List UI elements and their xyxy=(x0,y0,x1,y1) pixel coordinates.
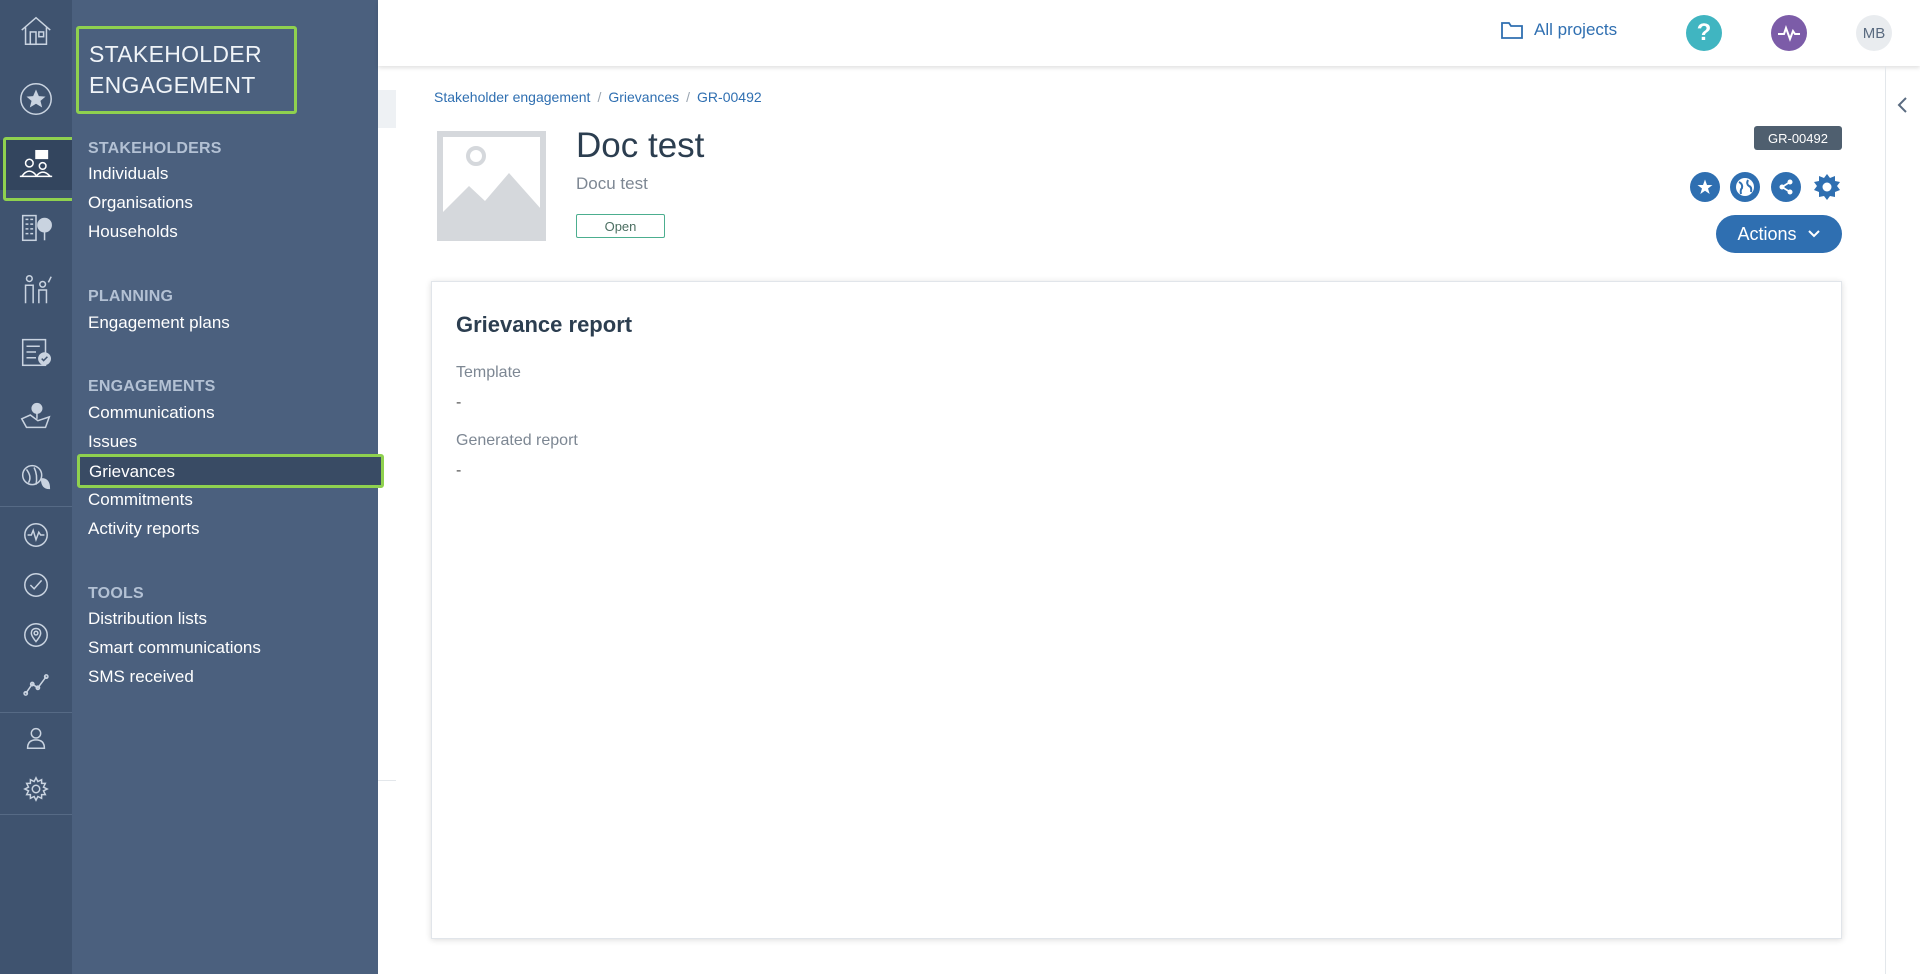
all-projects-link[interactable]: All projects xyxy=(1500,20,1617,40)
chevron-down-icon xyxy=(1807,230,1820,238)
home-icon[interactable] xyxy=(0,6,72,56)
globe-icon xyxy=(1736,178,1754,196)
settings-button[interactable] xyxy=(1812,172,1842,202)
checklist-icon[interactable] xyxy=(0,327,72,377)
menu-item-issues[interactable]: Issues xyxy=(88,432,137,452)
menu-item-distribution-lists[interactable]: Distribution lists xyxy=(88,609,207,629)
folder-icon xyxy=(1501,22,1523,39)
menu-item-households[interactable]: Households xyxy=(88,222,178,242)
top-bar: All projects ? MB xyxy=(378,0,1920,66)
actions-label: Actions xyxy=(1737,223,1797,244)
breadcrumb-grievances[interactable]: Grievances xyxy=(608,89,679,105)
menu-item-individuals[interactable]: Individuals xyxy=(88,164,168,184)
status-badge: Open xyxy=(576,214,665,238)
section-tools: TOOLS xyxy=(88,585,144,602)
menu-item-communications[interactable]: Communications xyxy=(88,403,215,423)
globe-button[interactable] xyxy=(1730,172,1760,202)
star-icon xyxy=(1697,179,1713,194)
image-placeholder-icon[interactable] xyxy=(437,131,546,241)
record-title: Doc test xyxy=(576,126,705,165)
section-engagements: ENGAGEMENTS xyxy=(88,378,216,395)
favorite-button[interactable] xyxy=(1690,172,1720,202)
share-button[interactable] xyxy=(1771,172,1801,202)
record-subtitle: Docu test xyxy=(576,174,648,193)
menu-item-activity-reports[interactable]: Activity reports xyxy=(88,519,199,539)
gear-icon xyxy=(1814,174,1840,200)
stakeholder-engagement-icon[interactable] xyxy=(0,137,75,201)
activity-icon[interactable] xyxy=(0,510,72,560)
menu-item-grievances[interactable]: Grievances xyxy=(77,454,384,488)
people-icon[interactable] xyxy=(0,265,72,315)
buildings-icon[interactable] xyxy=(0,202,72,252)
pulse-button[interactable] xyxy=(1771,15,1807,51)
icon-rail xyxy=(0,0,75,974)
menu-item-sms-received[interactable]: SMS received xyxy=(88,667,194,687)
map-location-icon[interactable] xyxy=(0,390,72,440)
field-value-generated-report: - xyxy=(456,462,462,479)
grievance-report-card: Grievance report Template - Generated re… xyxy=(431,281,1842,939)
breadcrumb: Stakeholder engagement / Grievances / GR… xyxy=(434,89,762,105)
menu-item-commitments[interactable]: Commitments xyxy=(88,490,193,510)
card-title: Grievance report xyxy=(456,312,633,337)
section-stakeholders: STAKEHOLDERS xyxy=(88,140,222,157)
line-chart-icon[interactable] xyxy=(0,660,72,710)
all-projects-label: All projects xyxy=(1534,20,1618,39)
menu-item-label: Grievances xyxy=(89,462,175,481)
biodiversity-icon[interactable] xyxy=(0,452,72,502)
check-circle-icon[interactable] xyxy=(0,560,72,610)
field-value-template: - xyxy=(456,394,462,411)
breadcrumb-current[interactable]: GR-00492 xyxy=(697,89,762,105)
breadcrumb-stakeholder-engagement[interactable]: Stakeholder engagement xyxy=(434,89,590,105)
user-icon[interactable] xyxy=(0,713,72,763)
background-panel-edge xyxy=(378,90,396,128)
divider xyxy=(378,780,396,781)
breadcrumb-separator: / xyxy=(597,89,602,105)
field-label-template: Template xyxy=(456,364,521,381)
field-label-generated-report: Generated report xyxy=(456,432,578,449)
menu-item-smart-communications[interactable]: Smart communications xyxy=(88,638,261,658)
location-pin-icon[interactable] xyxy=(0,610,72,660)
share-icon xyxy=(1779,179,1793,195)
actions-dropdown-button[interactable]: Actions xyxy=(1716,215,1842,253)
menu-item-organisations[interactable]: Organisations xyxy=(88,193,193,213)
section-planning: PLANNING xyxy=(88,288,174,305)
module-menu: STAKEHOLDER ENGAGEMENT STAKEHOLDERS Indi… xyxy=(72,0,384,974)
chevron-left-icon[interactable] xyxy=(1893,95,1913,115)
help-button[interactable]: ? xyxy=(1686,15,1722,51)
reference-badge: GR-00492 xyxy=(1754,126,1842,150)
right-panel xyxy=(1885,66,1920,974)
breadcrumb-separator: / xyxy=(686,89,691,105)
menu-item-engagement-plans[interactable]: Engagement plans xyxy=(88,313,230,333)
pulse-icon xyxy=(1778,24,1800,42)
star-icon[interactable] xyxy=(0,74,72,124)
avatar[interactable]: MB xyxy=(1856,15,1892,51)
settings-icon[interactable] xyxy=(0,764,72,814)
module-title: STAKEHOLDER ENGAGEMENT xyxy=(76,26,297,114)
